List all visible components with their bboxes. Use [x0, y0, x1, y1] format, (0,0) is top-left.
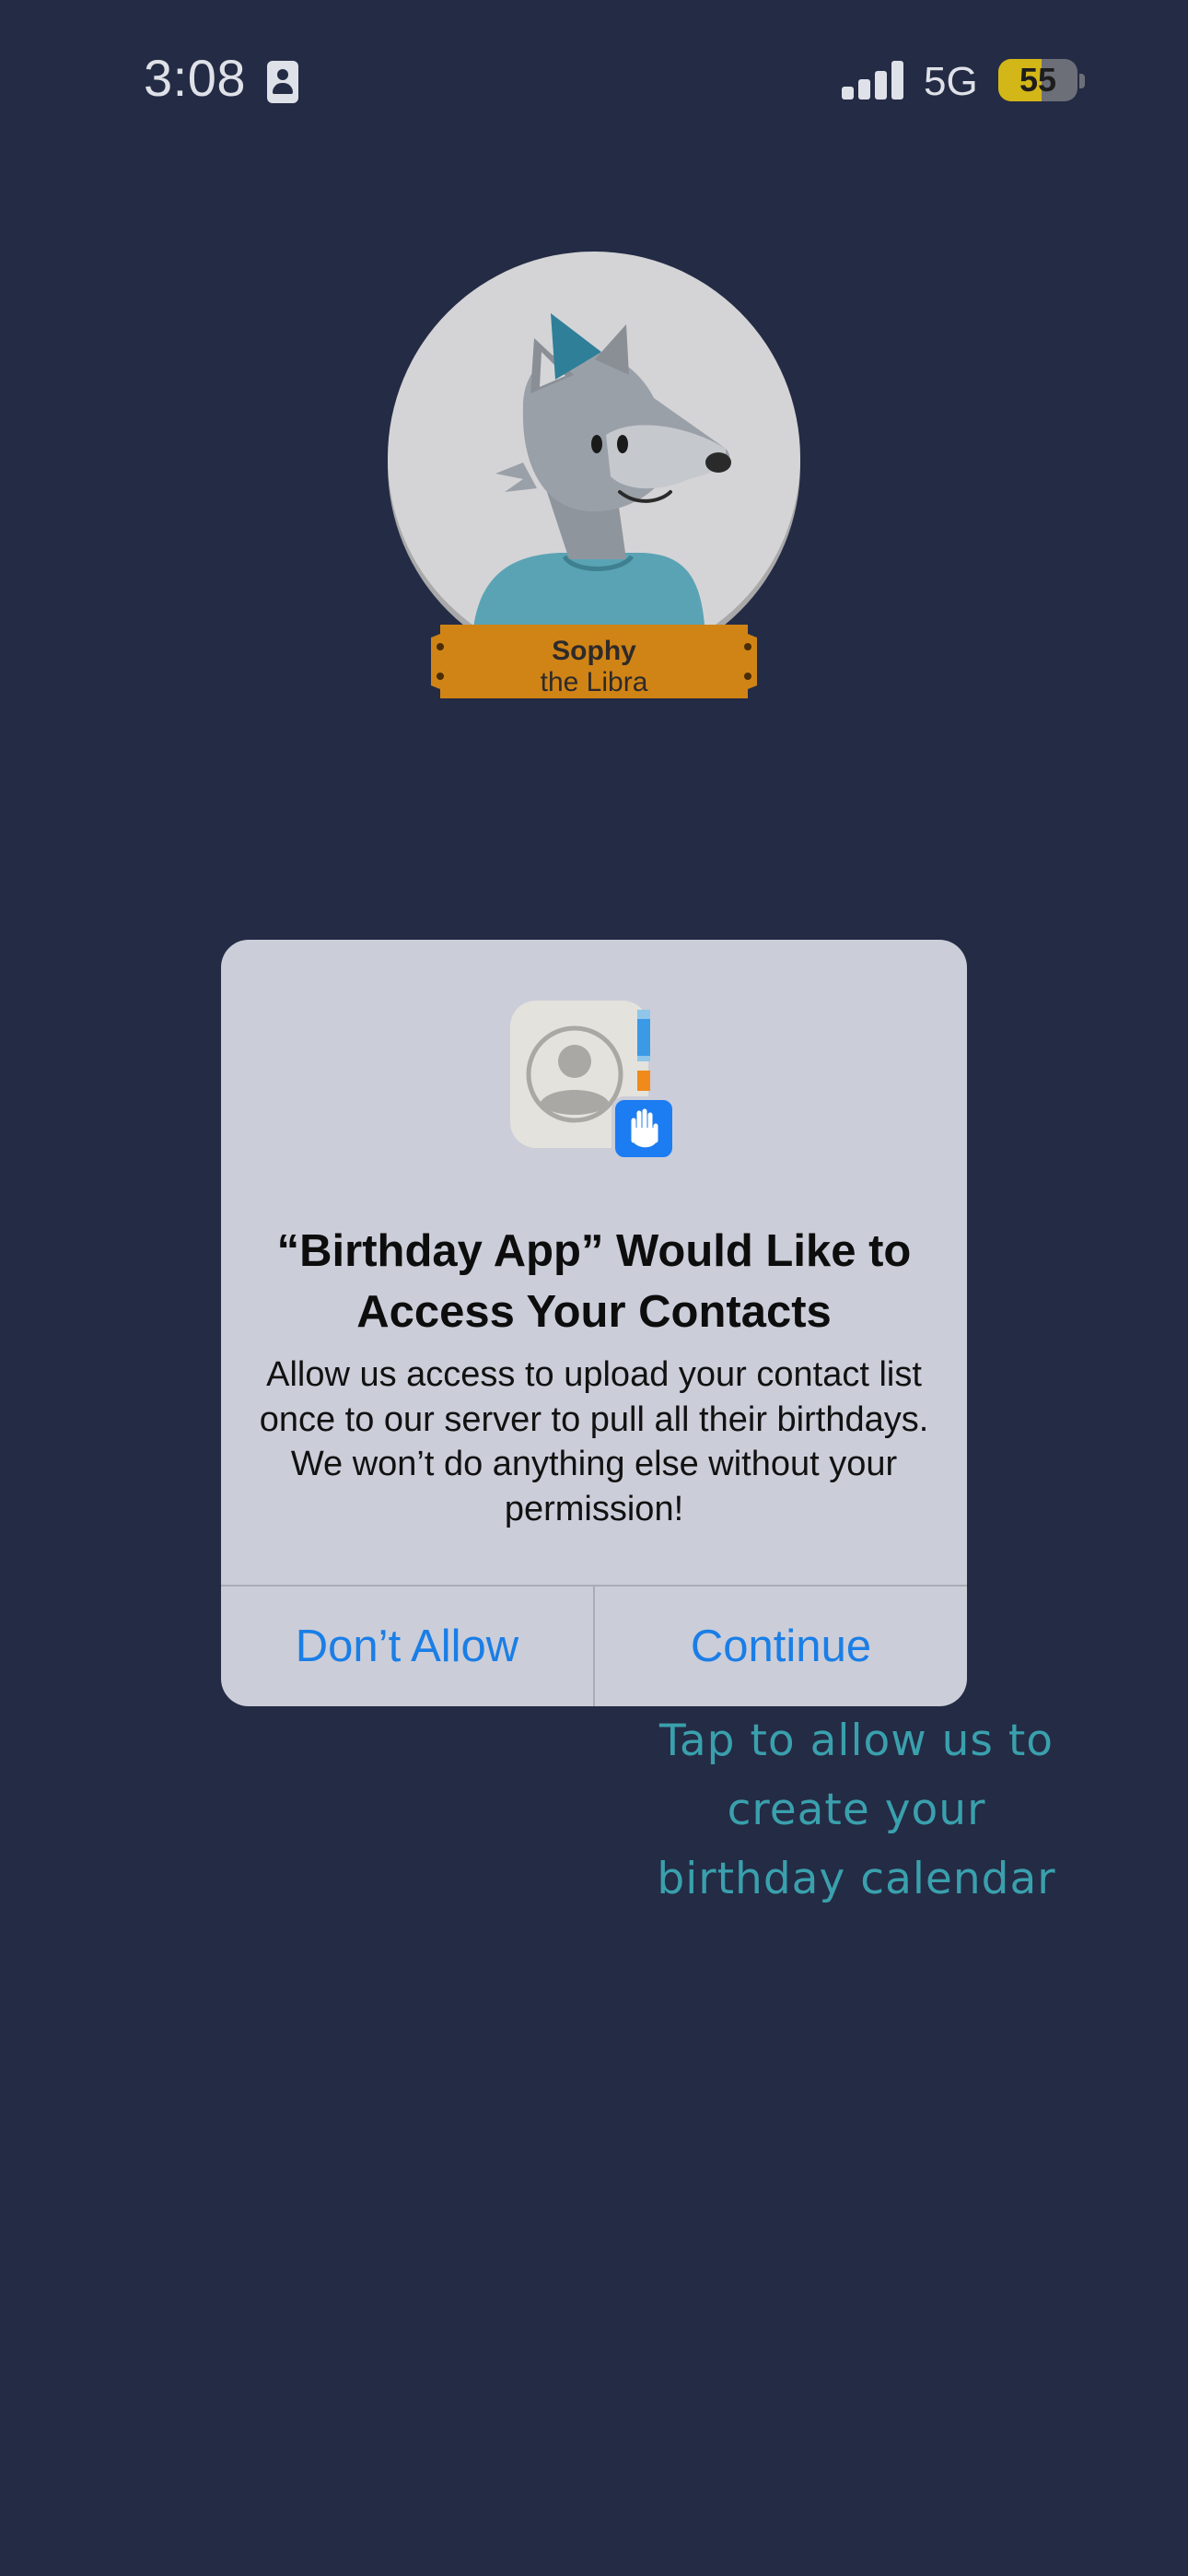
mascot-subtitle: the Libra [540, 667, 648, 697]
mascot-name: Sophy [552, 636, 636, 666]
allow-hint-text: Tap to allow us to create your birthday … [657, 1715, 1056, 1904]
status-bar: 3:08 5G 55 [0, 0, 1188, 161]
mascot-avatar: Sophy the Libra [385, 251, 803, 711]
continue-button[interactable]: Continue [595, 1587, 967, 1706]
battery-level: 55 [1019, 61, 1057, 99]
battery-icon: 55 [998, 59, 1077, 101]
battery-nub [1079, 74, 1085, 88]
contacts-app-icon [510, 1001, 676, 1185]
contacts-permission-alert: “Birthday App” Would Like to Access Your… [221, 940, 967, 1706]
dont-allow-button[interactable]: Don’t Allow [221, 1587, 593, 1706]
cellular-signal-icon [842, 61, 904, 100]
raised-hand-icon [611, 1096, 676, 1161]
status-time: 3:08 [144, 49, 246, 107]
alert-message: Allow us access to upload your contact l… [259, 1355, 929, 1528]
name-plate: Sophy the Libra [449, 625, 739, 708]
alert-title: “Birthday App” Would Like to Access Your… [276, 1226, 912, 1337]
contact-card-icon [267, 61, 298, 103]
network-type: 5G [924, 59, 978, 104]
